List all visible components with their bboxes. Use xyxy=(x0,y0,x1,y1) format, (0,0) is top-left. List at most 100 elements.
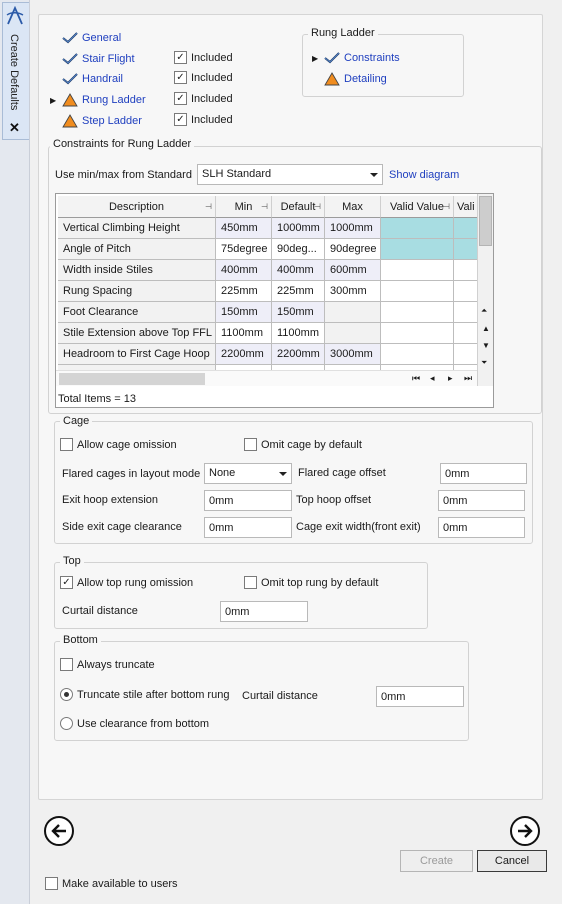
checkbox-box[interactable]: ✓ xyxy=(60,576,73,589)
scroll-bottom-icon[interactable]: ⏷ xyxy=(481,358,487,368)
table-cell[interactable] xyxy=(381,281,454,302)
subnav-title: Rung Ladder xyxy=(308,27,378,39)
flared-mode-select[interactable]: None xyxy=(204,463,292,484)
table-cell[interactable] xyxy=(454,239,478,260)
allow-top-omission-checkbox[interactable]: ✓ Allow top rung omission xyxy=(60,576,193,589)
constraints-table[interactable]: Description ⊣ Min ⊣ Default ⊣ Max Valid Val… xyxy=(55,193,494,408)
subnav-item-constraints[interactable]: ▶ Constraints xyxy=(312,50,400,66)
side-exit-input[interactable]: 0mm xyxy=(204,517,292,538)
make-available-checkbox[interactable]: Make available to users xyxy=(45,877,178,890)
warning-icon xyxy=(324,72,342,86)
omit-cage-default-checkbox[interactable]: Omit cage by default xyxy=(244,438,362,451)
included-checkbox[interactable]: ✓ Included xyxy=(174,113,233,126)
included-checkbox[interactable]: ✓ Included xyxy=(174,71,233,84)
included-checkbox[interactable]: ✓ Included xyxy=(174,92,233,105)
table-row[interactable]: Foot Clearance 150mm 150mm xyxy=(56,302,478,323)
omit-top-default-checkbox[interactable]: Omit top rung by default xyxy=(244,576,378,589)
page-last-icon[interactable]: ⏭ xyxy=(464,373,472,384)
table-cell[interactable] xyxy=(381,218,454,239)
checkbox-box[interactable] xyxy=(60,658,73,671)
pin-icon[interactable]: ⊣ xyxy=(443,196,450,217)
back-button[interactable] xyxy=(44,816,74,846)
page-prev-icon[interactable]: ◂ xyxy=(430,373,435,384)
pin-icon[interactable]: ⊣ xyxy=(205,196,212,217)
table-row[interactable]: Width inside Stiles 400mm 400mm 600mm xyxy=(56,260,478,281)
horizontal-scrollbar[interactable]: ⏮ ◂ ▸ ⏭ xyxy=(56,370,477,386)
use-clearance-radio[interactable]: Use clearance from bottom xyxy=(60,717,209,730)
page-first-icon[interactable]: ⏮ xyxy=(412,373,420,384)
flared-offset-input[interactable]: 0mm xyxy=(440,463,527,484)
checkbox-box[interactable] xyxy=(60,438,73,451)
pin-icon[interactable]: ⊣ xyxy=(314,196,321,217)
table-row[interactable]: Stile Extension above Top FFL 1100mm 1100m… xyxy=(56,323,478,344)
exit-hoop-input[interactable]: 0mm xyxy=(204,490,292,511)
subnav-item-detailing[interactable]: Detailing xyxy=(312,71,387,87)
table-cell[interactable] xyxy=(454,344,478,365)
truncate-stile-radio[interactable]: Truncate stile after bottom rung xyxy=(60,688,229,701)
checkbox-box[interactable]: ✓ xyxy=(174,92,187,105)
pin-icon[interactable]: ⊣ xyxy=(261,196,268,217)
table-row[interactable]: Headroom to First Cage Hoop 2200mm 2200mm 3… xyxy=(56,344,478,365)
nav-item-stair-flight[interactable]: Stair Flight xyxy=(50,51,135,67)
standard-select[interactable]: SLH Standard xyxy=(197,164,383,185)
col-header-max[interactable]: Max xyxy=(325,196,381,218)
close-icon[interactable]: ✕ xyxy=(9,121,20,134)
table-cell[interactable] xyxy=(381,260,454,281)
radio-circle[interactable] xyxy=(60,688,73,701)
table-cell[interactable] xyxy=(381,239,454,260)
hscroll-thumb[interactable] xyxy=(59,373,205,385)
table-cell: 1000mm xyxy=(272,218,325,239)
forward-button[interactable] xyxy=(510,816,540,846)
col-header-description[interactable]: Description ⊣ xyxy=(58,196,216,218)
table-cell[interactable] xyxy=(454,260,478,281)
top-hoop-input[interactable]: 0mm xyxy=(438,490,525,511)
scroll-up-icon[interactable]: ▲ xyxy=(482,324,490,333)
table-cell: Vertical Climbing Height xyxy=(58,218,216,239)
flared-mode-label: Flared cages in layout mode xyxy=(62,468,201,480)
scroll-thumb[interactable] xyxy=(479,196,492,246)
page-next-icon[interactable]: ▸ xyxy=(448,373,453,384)
col-header-min[interactable]: Min ⊣ xyxy=(216,196,272,218)
table-cell: 90deg... xyxy=(272,239,325,260)
table-cell[interactable] xyxy=(454,281,478,302)
checkbox-box[interactable] xyxy=(244,576,257,589)
allow-cage-omission-checkbox[interactable]: Allow cage omission xyxy=(60,438,177,451)
check-icon xyxy=(62,73,80,85)
table-cell[interactable] xyxy=(454,218,478,239)
checkbox-box[interactable]: ✓ xyxy=(174,71,187,84)
table-cell[interactable] xyxy=(381,323,454,344)
checkbox-box[interactable] xyxy=(45,877,58,890)
vertical-scrollbar[interactable]: ⏶ ▲ ▼ ⏷ xyxy=(477,194,493,386)
table-cell: 3000mm xyxy=(325,344,381,365)
col-header-valid-value[interactable]: Valid Value ⊣ xyxy=(381,196,454,218)
table-cell[interactable] xyxy=(454,323,478,344)
table-cell[interactable] xyxy=(381,344,454,365)
radio-circle[interactable] xyxy=(60,717,73,730)
bottom-curtail-label: Curtail distance xyxy=(242,690,318,702)
always-truncate-checkbox[interactable]: Always truncate xyxy=(60,658,155,671)
checkbox-box[interactable]: ✓ xyxy=(174,113,187,126)
checkbox-box[interactable] xyxy=(244,438,257,451)
top-curtail-input[interactable]: 0mm xyxy=(220,601,308,622)
col-header-default[interactable]: Default ⊣ xyxy=(272,196,325,218)
cage-exit-input[interactable]: 0mm xyxy=(438,517,525,538)
checkbox-box[interactable]: ✓ xyxy=(174,51,187,64)
create-button[interactable]: Create xyxy=(400,850,473,872)
scroll-down-icon[interactable]: ▼ xyxy=(482,341,490,350)
show-diagram-link[interactable]: Show diagram xyxy=(389,169,459,181)
included-label: Included xyxy=(191,51,233,64)
included-checkbox[interactable]: ✓ Included xyxy=(174,51,233,64)
nav-item-general[interactable]: General xyxy=(50,30,121,46)
table-row[interactable]: Angle of Pitch 75degree 90deg... 90degree xyxy=(56,239,478,260)
table-cell[interactable] xyxy=(454,302,478,323)
table-cell[interactable] xyxy=(381,302,454,323)
col-header-vali[interactable]: Vali xyxy=(454,196,478,218)
table-row[interactable]: Vertical Climbing Height 450mm 1000mm 1000m… xyxy=(56,218,478,239)
table-row[interactable]: Rung Spacing 225mm 225mm 300mm xyxy=(56,281,478,302)
cancel-button[interactable]: Cancel xyxy=(477,850,547,872)
nav-item-step-ladder[interactable]: Step Ladder xyxy=(50,113,142,129)
bottom-curtail-input[interactable]: 0mm xyxy=(376,686,464,707)
scroll-top-icon[interactable]: ⏶ xyxy=(481,306,487,316)
nav-item-rung-ladder[interactable]: ▶ Rung Ladder xyxy=(50,92,146,108)
nav-item-handrail[interactable]: Handrail xyxy=(50,71,123,87)
